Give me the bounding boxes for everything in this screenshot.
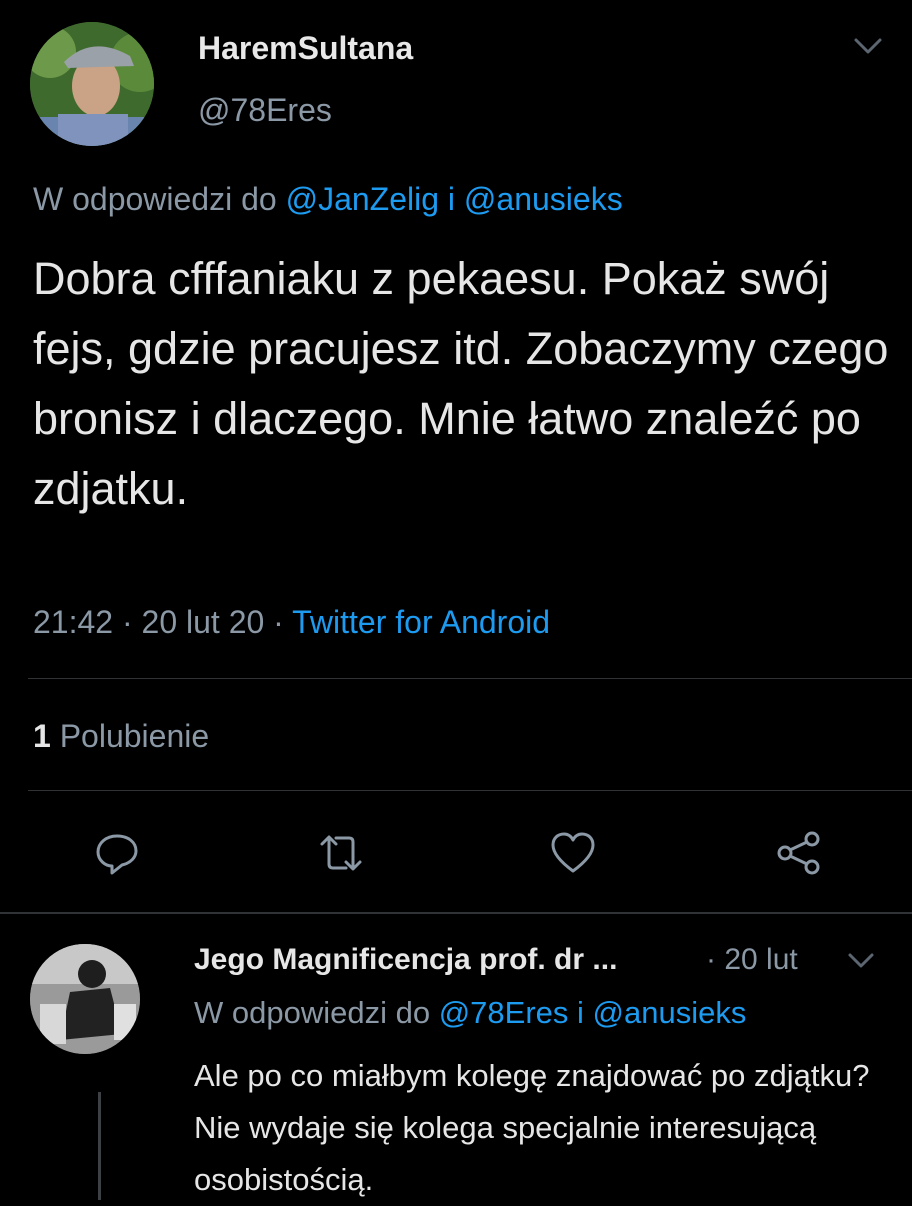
like-button[interactable] xyxy=(548,828,598,878)
reply-date-text: 20 lut xyxy=(724,943,798,976)
reply-author-avatar[interactable] xyxy=(30,944,140,1054)
replying-to: W odpowiedzi do @78Eres i @anusieks xyxy=(194,995,746,1031)
mention-link[interactable]: @anusieks xyxy=(464,181,623,217)
author-avatar[interactable] xyxy=(30,22,154,146)
meta-separator: · xyxy=(121,604,133,640)
chevron-down-icon[interactable] xyxy=(846,950,876,972)
reply-conjunction[interactable]: i xyxy=(448,181,455,217)
share-button[interactable] xyxy=(774,828,824,878)
meta-separator: · xyxy=(706,943,716,976)
heart-icon xyxy=(551,832,595,873)
mention-link[interactable]: @78Eres xyxy=(439,995,569,1030)
reply-conjunction[interactable]: i xyxy=(577,995,584,1030)
mention-link[interactable]: @anusieks xyxy=(593,995,747,1030)
reply-prefix: W odpowiedzi do xyxy=(33,181,277,217)
reply-button[interactable] xyxy=(92,828,142,878)
replying-to: W odpowiedzi do @JanZelig i @anusieks xyxy=(33,181,623,218)
likes-stat[interactable]: 1 Polubienie xyxy=(33,718,209,755)
likes-label: Polubienie xyxy=(59,718,210,754)
retweet-button[interactable] xyxy=(316,828,366,878)
likes-count: 1 xyxy=(33,718,51,754)
section-divider xyxy=(0,912,912,914)
tweet-time: 21:42 xyxy=(33,604,114,640)
reply-date: · 20 lut xyxy=(706,943,798,977)
tweet-meta: 21:42 · 20 lut 20 · Twitter for Android xyxy=(33,604,550,641)
avatar-photo xyxy=(30,944,140,1054)
divider xyxy=(28,790,912,791)
retweet-icon xyxy=(320,835,362,871)
chevron-down-icon[interactable] xyxy=(852,34,884,58)
tweet-text: Dobra cfffaniaku z pekaesu. Pokaż swój f… xyxy=(33,253,889,514)
avatar-photo xyxy=(30,22,154,146)
tweet-date: 20 lut 20 xyxy=(141,604,265,640)
speech-bubble-icon xyxy=(96,834,138,875)
reply-text: Ale po co miałbym kolegę znajdować po zd… xyxy=(194,1058,870,1197)
reply-author-name[interactable]: Jego Magnificencja prof. dr ... xyxy=(194,943,617,977)
reply-prefix: W odpowiedzi do xyxy=(194,995,431,1030)
divider xyxy=(28,678,912,679)
author-display-name[interactable]: HaremSultana xyxy=(198,30,413,67)
author-handle[interactable]: @78Eres xyxy=(198,92,332,129)
tweet-source-link[interactable]: Twitter for Android xyxy=(292,604,550,640)
mention-link[interactable]: @JanZelig xyxy=(286,181,439,217)
share-icon xyxy=(777,831,820,875)
meta-separator: · xyxy=(273,604,284,640)
thread-line xyxy=(98,1092,101,1200)
